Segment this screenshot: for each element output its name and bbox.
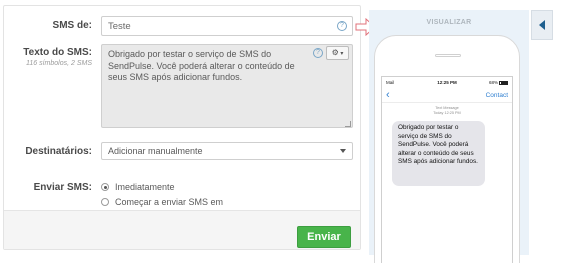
send-button[interactable]: Enviar: [297, 226, 351, 248]
phone-mockup: Mail 12:25 PM 68% ‹ Contact Text Message…: [374, 35, 520, 263]
sender-value: Teste: [108, 21, 131, 32]
text-counter: 116 símbolos, 2 SMS: [25, 60, 92, 67]
radio-schedule[interactable]: Começar a enviar SMS em: [101, 197, 223, 207]
recipients-label: Destinatários:: [25, 146, 92, 157]
sms-form-panel: SMS de: Teste ? Texto do SMS: 116 símbol…: [3, 5, 361, 250]
recipients-value: Adicionar manualmente: [108, 146, 203, 156]
radio-button-checked[interactable]: [101, 183, 109, 191]
text-help-icon[interactable]: ?: [313, 48, 323, 58]
message-bubble: Obrigado por testar o serviço de SMS do …: [392, 121, 485, 186]
text-options-button[interactable]: ⚙ ▾: [326, 46, 349, 60]
form-area: SMS de: Teste ? Texto do SMS: 116 símbol…: [4, 6, 360, 210]
battery-text: 68%: [488, 80, 498, 85]
text-label: Texto do SMS:: [23, 47, 92, 58]
message-meta: Text Message Today 12:25 PM: [382, 106, 512, 116]
sms-text-value: Obrigado por testar o serviço de SMS do …: [108, 49, 295, 82]
battery-icon: [499, 80, 508, 85]
preview-panel: VISUALIZAR Mail 12:25 PM 68% ‹ Contact T…: [369, 10, 529, 263]
recipients-select[interactable]: Adicionar manualmente: [101, 142, 353, 160]
radio-schedule-label: Começar a enviar SMS em: [115, 197, 224, 207]
sender-help-icon[interactable]: ?: [337, 21, 347, 31]
form-footer: Enviar: [4, 210, 360, 249]
message-timestamp: Today 12:25 PM: [433, 111, 461, 115]
chevron-left-icon: [539, 20, 545, 30]
contact-link[interactable]: Contact: [486, 92, 508, 99]
radio-immediately-label: Imediatamente: [115, 182, 175, 192]
message-navbar: ‹ Contact: [382, 87, 512, 103]
phone-screen: Mail 12:25 PM 68% ‹ Contact Text Message…: [381, 76, 513, 263]
gear-icon: ⚙: [331, 48, 339, 57]
back-chevron-icon[interactable]: ‹: [386, 90, 390, 101]
sender-input[interactable]: Teste: [101, 16, 353, 36]
battery-status: 68%: [489, 80, 508, 85]
sender-label: SMS de:: [52, 20, 92, 31]
status-bar: Mail 12:25 PM 68%: [382, 77, 512, 87]
phone-speaker: [435, 54, 461, 57]
chevron-down-icon: ▾: [338, 51, 344, 57]
radio-button[interactable]: [101, 198, 109, 206]
radio-immediately[interactable]: Imediatamente: [101, 182, 175, 192]
preview-title: VISUALIZAR: [426, 19, 472, 26]
send-time-label: Enviar SMS:: [33, 182, 92, 193]
resize-handle-icon[interactable]: [345, 121, 351, 127]
caret-down-icon: [340, 149, 346, 153]
collapse-preview-button[interactable]: [531, 10, 553, 40]
